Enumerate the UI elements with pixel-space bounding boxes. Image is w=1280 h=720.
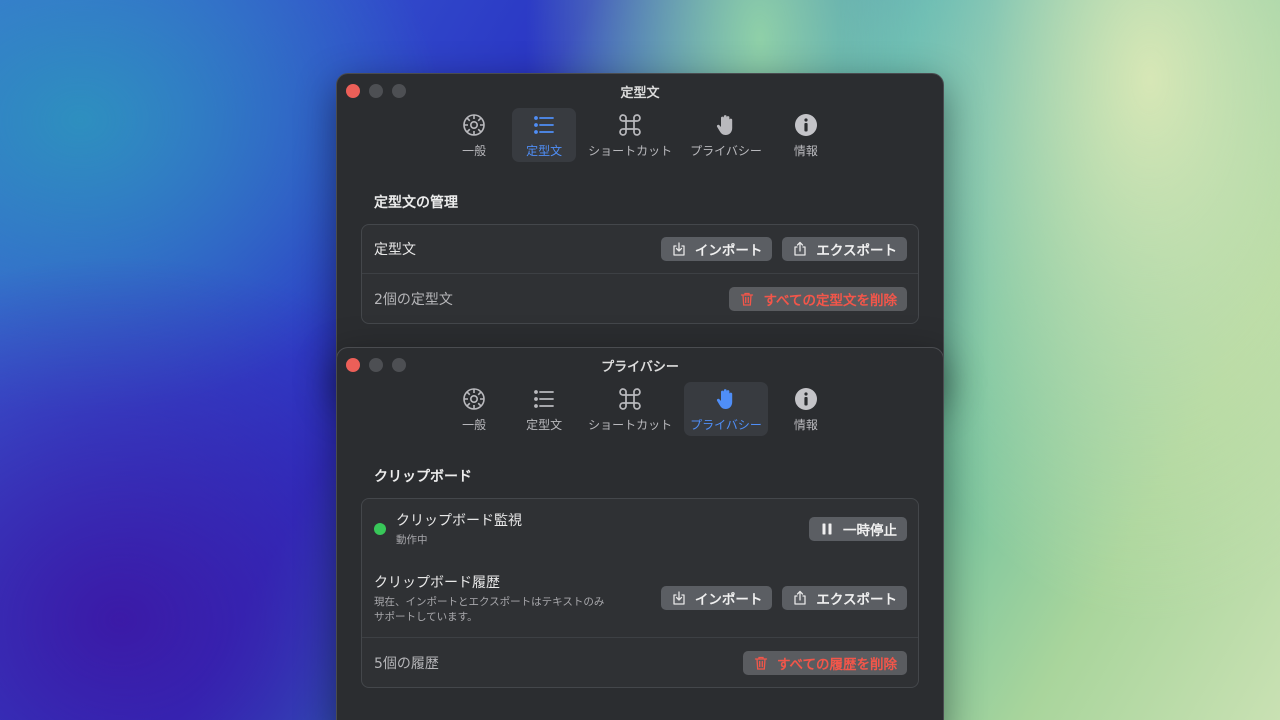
toolbar: 一般 定型文 ショートカット プライバシー 情報 bbox=[337, 382, 943, 438]
history-text: クリップボード履歴 現在、インポートとエクスポートはテキストのみ サポートしてい… bbox=[374, 572, 604, 625]
tab-label: プライバシー bbox=[690, 417, 762, 432]
list-icon bbox=[531, 112, 557, 138]
import-button[interactable]: インポート bbox=[660, 586, 773, 610]
section-title: 定型文の管理 bbox=[374, 195, 458, 211]
monitor-text: クリップボード監視 動作中 bbox=[396, 510, 522, 548]
snippet-count: 2個の定型文 bbox=[374, 291, 453, 308]
tab-label: 一般 bbox=[462, 143, 487, 158]
tab-about[interactable]: 情報 bbox=[774, 108, 838, 162]
window-title: 定型文 bbox=[620, 86, 660, 101]
status-indicator bbox=[374, 523, 386, 535]
tab-label: 定型文 bbox=[526, 417, 563, 432]
section-title: クリップボード bbox=[374, 469, 472, 485]
clipboard-monitor-row: クリップボード監視 動作中 一時停止 bbox=[362, 499, 918, 559]
tab-general[interactable]: 一般 bbox=[442, 108, 506, 162]
snippets-row: 定型文 インポート エクスポート bbox=[362, 225, 918, 273]
trash-icon bbox=[754, 656, 768, 670]
tab-label: プライバシー bbox=[690, 143, 762, 158]
gear-icon bbox=[461, 112, 487, 138]
titlebar: 定型文 bbox=[337, 74, 943, 106]
privacy-window: プライバシー 一般 定型文 ショートカット プライバシー 情報 クリップボード … bbox=[336, 347, 944, 720]
export-icon bbox=[794, 241, 807, 256]
import-button[interactable]: インポート bbox=[660, 237, 773, 261]
delete-all-history-button[interactable]: すべての履歴を削除 bbox=[742, 650, 907, 675]
import-icon bbox=[673, 591, 685, 605]
toolbar: 一般 定型文 ショートカット プライバシー 情報 bbox=[337, 108, 943, 164]
pause-button[interactable]: 一時停止 bbox=[809, 517, 907, 541]
button-label: すべての定型文を削除 bbox=[763, 292, 897, 308]
button-label: エクスポート bbox=[816, 592, 897, 607]
gear-icon bbox=[461, 386, 487, 412]
history-description-line: サポートしています。 bbox=[374, 610, 478, 623]
history-description: 現在、インポートとエクスポートはテキストのみ サポートしています。 bbox=[374, 595, 604, 625]
export-button[interactable]: エクスポート bbox=[782, 237, 907, 261]
history-count-row: 5個の履歴 すべての履歴を削除 bbox=[362, 637, 918, 687]
tab-label: ショートカット bbox=[588, 417, 673, 432]
info-icon bbox=[793, 112, 819, 138]
tab-label: 定型文 bbox=[526, 143, 563, 158]
button-label: インポート bbox=[694, 592, 763, 607]
tab-privacy[interactable]: プライバシー bbox=[684, 382, 768, 436]
tab-label: 情報 bbox=[793, 143, 818, 158]
import-icon bbox=[673, 242, 685, 256]
info-icon bbox=[793, 386, 819, 412]
clipboard-group: クリップボード監視 動作中 一時停止 クリップボード履歴 現在、インポートとエク… bbox=[361, 498, 919, 688]
tab-about[interactable]: 情報 bbox=[774, 382, 838, 436]
command-icon bbox=[617, 386, 643, 412]
button-label: 一時停止 bbox=[843, 523, 897, 538]
button-label: インポート bbox=[694, 243, 763, 258]
button-label: エクスポート bbox=[816, 243, 897, 258]
tab-privacy[interactable]: プライバシー bbox=[684, 108, 768, 162]
row-label: クリップボード履歴 bbox=[374, 574, 500, 591]
button-label: すべての履歴を削除 bbox=[776, 656, 897, 672]
export-icon bbox=[794, 590, 807, 605]
window-title: プライバシー bbox=[601, 360, 679, 375]
tab-label: 情報 bbox=[793, 417, 818, 432]
snippets-group: 定型文 インポート エクスポート 2個の定型文 すべての定型文を削除 bbox=[361, 224, 919, 324]
button-group: インポート エクスポート bbox=[660, 237, 907, 261]
trash-icon bbox=[741, 292, 754, 306]
titlebar: プライバシー bbox=[337, 348, 943, 380]
tab-general[interactable]: 一般 bbox=[442, 382, 506, 436]
monitor-status: 動作中 bbox=[396, 534, 428, 546]
history-description-line: 現在、インポートとエクスポートはテキストのみ bbox=[374, 595, 605, 608]
button-group: インポート エクスポート bbox=[660, 586, 907, 610]
export-button[interactable]: エクスポート bbox=[782, 586, 907, 610]
monitor-info: クリップボード監視 動作中 bbox=[374, 510, 522, 548]
row-label: クリップボード監視 bbox=[396, 513, 522, 529]
command-icon bbox=[617, 112, 643, 138]
tab-label: ショートカット bbox=[588, 143, 673, 158]
tab-snippets[interactable]: 定型文 bbox=[512, 382, 576, 436]
tab-snippets[interactable]: 定型文 bbox=[512, 108, 577, 162]
delete-all-snippets-button[interactable]: すべての定型文を削除 bbox=[729, 286, 907, 311]
pause-icon bbox=[822, 523, 832, 535]
tab-shortcuts[interactable]: ショートカット bbox=[582, 382, 678, 436]
hand-icon bbox=[713, 386, 739, 412]
list-icon bbox=[531, 386, 557, 412]
history-count: 5個の履歴 bbox=[374, 655, 439, 672]
tab-shortcuts[interactable]: ショートカット bbox=[582, 108, 678, 162]
snippets-window: 定型文 一般 定型文 ショートカット プライバシー 情報 定型文の管理 定型文 … bbox=[336, 73, 944, 393]
snippet-count-row: 2個の定型文 すべての定型文を削除 bbox=[362, 273, 918, 323]
row-label: 定型文 bbox=[374, 242, 416, 258]
hand-icon bbox=[713, 112, 739, 138]
tab-label: 一般 bbox=[462, 417, 487, 432]
clipboard-history-row: クリップボード履歴 現在、インポートとエクスポートはテキストのみ サポートしてい… bbox=[362, 559, 918, 637]
